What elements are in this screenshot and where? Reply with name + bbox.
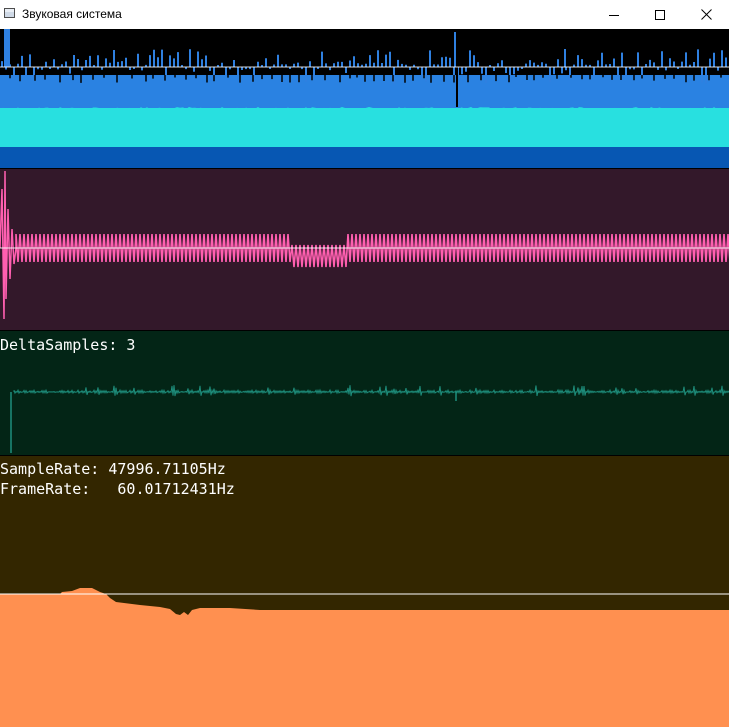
window-title: Звуковая система [22, 7, 122, 21]
app-window: Звуковая система DeltaSamples: 3 SampleR… [0, 0, 729, 727]
close-icon [700, 9, 712, 20]
waveform-graph [0, 29, 729, 168]
app-window-icon [4, 8, 15, 18]
sample-rate-label: SampleRate: 47996.71105Hz [0, 460, 226, 478]
delta-panel: DeltaSamples: 3 [0, 330, 729, 455]
delta-samples-label: DeltaSamples: 3 [0, 336, 136, 354]
waveform-panel [0, 29, 729, 168]
close-button[interactable] [683, 0, 729, 29]
oscillation-panel [0, 168, 729, 330]
rates-panel: SampleRate: 47996.71105Hz FrameRate: 60.… [0, 455, 729, 727]
maximize-icon [655, 9, 665, 20]
oscillation-graph [0, 169, 729, 330]
maximize-button[interactable] [637, 0, 683, 29]
minimize-icon [609, 14, 619, 16]
minimize-button[interactable] [591, 0, 637, 29]
title-bar[interactable]: Звуковая система [0, 0, 729, 29]
frame-rate-label: FrameRate: 60.01712431Hz [0, 480, 235, 498]
